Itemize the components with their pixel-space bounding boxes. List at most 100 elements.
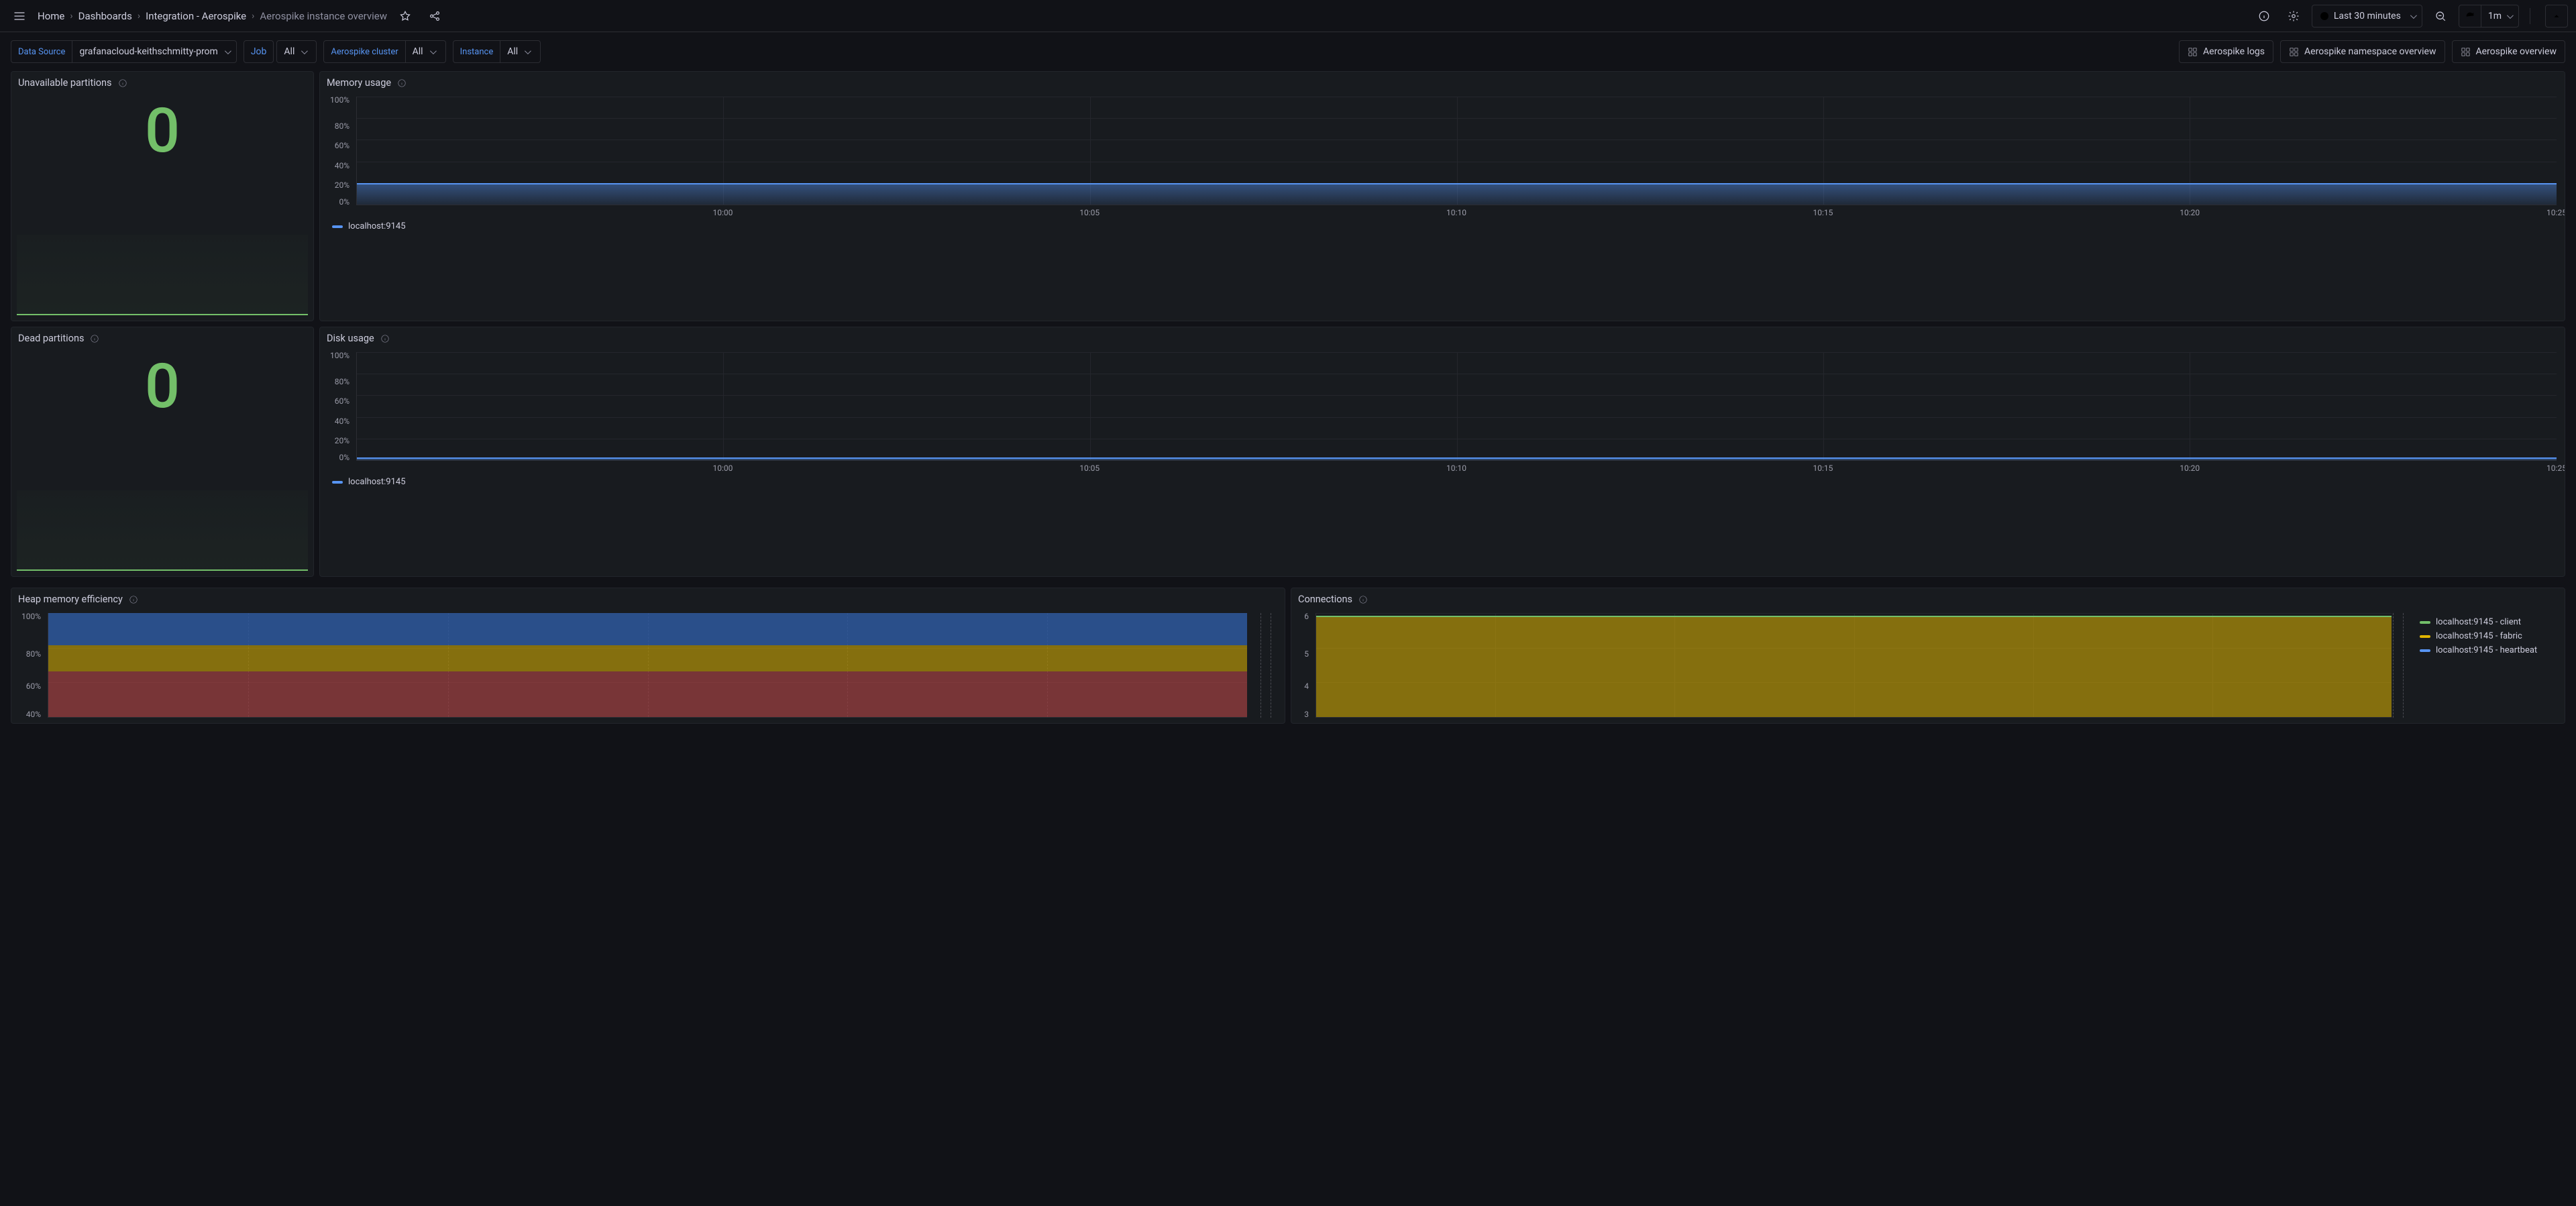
refresh-icon — [2465, 11, 2475, 21]
x-tick: 10:10 — [1446, 463, 1466, 473]
menu-toggle[interactable] — [8, 5, 31, 28]
legend-label[interactable]: localhost:9145 — [348, 477, 406, 487]
panel-body: 100% 80% 60% 40% 20% 0% — [320, 94, 2565, 321]
var-job-value[interactable]: All — [276, 40, 317, 63]
legend-swatch — [2420, 621, 2430, 624]
info-icon[interactable] — [1358, 594, 1368, 605]
star-icon — [399, 10, 411, 22]
panel-unavailable-partitions[interactable]: Unavailable partitions 0 — [11, 71, 314, 321]
line-series — [357, 183, 2557, 184]
y-tick: 40% — [325, 161, 354, 170]
link-namespace-overview[interactable]: Aerospike namespace overview — [2280, 40, 2445, 63]
x-axis: 10:00 10:05 10:10 10:15 10:20 10:25 — [356, 208, 2557, 220]
hamburger-icon — [13, 9, 26, 23]
chevron-down-icon — [2408, 11, 2415, 21]
info-icon[interactable] — [380, 333, 390, 344]
panel-disk-usage[interactable]: Disk usage 100% 80% 60% 40% 20% 0% — [319, 327, 2565, 577]
panel-header: Disk usage — [320, 327, 2565, 349]
share-button[interactable] — [423, 5, 446, 28]
y-tick: 20% — [325, 180, 354, 190]
var-instance-value[interactable]: All — [500, 40, 541, 63]
panel-memory-usage[interactable]: Memory usage 100% 80% 60% 40% 20% 0% — [319, 71, 2565, 321]
var-label: Data Source — [11, 40, 72, 63]
zoom-out-icon — [2434, 10, 2447, 22]
time-range-picker[interactable]: Last 30 minutes — [2312, 5, 2422, 28]
plot-area — [1316, 613, 2392, 718]
panel-body: 0 — [11, 349, 313, 576]
breadcrumb-home[interactable]: Home — [38, 10, 64, 22]
var-cluster-value[interactable]: All — [406, 40, 446, 63]
cutoff-ticks — [2393, 613, 2413, 718]
refresh-group: 1m — [2459, 5, 2519, 28]
refresh-interval-label: 1m — [2488, 11, 2502, 21]
y-axis: 100% 80% 60% 40% 20% 0% — [325, 97, 354, 205]
stat-value: 0 — [145, 101, 180, 162]
panel-connections[interactable]: Connections 6 5 4 3 — [1291, 588, 2565, 724]
x-tick: 10:20 — [2180, 463, 2200, 473]
legend-label[interactable]: localhost:9145 — [348, 221, 406, 231]
dashboard-icon — [2461, 47, 2471, 57]
info-icon[interactable] — [128, 594, 139, 605]
legend-item[interactable]: localhost:9145 - client — [2420, 617, 2551, 627]
stack-band — [48, 613, 1247, 645]
area-series — [357, 459, 2557, 460]
info-icon[interactable] — [117, 78, 128, 89]
info-icon[interactable] — [396, 78, 407, 89]
y-tick: 40% — [325, 417, 354, 426]
x-tick: 10:15 — [1813, 463, 1833, 473]
var-instance: Instance All — [453, 40, 541, 63]
legend-swatch — [332, 225, 343, 228]
settings-button[interactable] — [2282, 5, 2305, 28]
panel-title: Memory usage — [327, 77, 391, 89]
chevron-right-icon: › — [138, 11, 140, 21]
legend-item[interactable]: localhost:9145 - fabric — [2420, 631, 2551, 641]
panel-body: 100% 80% 60% 40% — [11, 610, 1285, 723]
panel-add-button[interactable] — [2253, 5, 2275, 28]
y-tick: 3 — [1297, 710, 1313, 719]
y-tick: 100% — [17, 612, 45, 621]
panel-grid: Unavailable partitions 0 Memory usage — [0, 71, 2576, 588]
chevron-down-icon — [2504, 11, 2512, 21]
legend-item[interactable]: localhost:9145 - heartbeat — [2420, 645, 2551, 655]
panel-title: Dead partitions — [18, 333, 84, 344]
legend-label: localhost:9145 - client — [2436, 617, 2521, 627]
cutoff-ticks — [1260, 613, 1281, 718]
info-icon[interactable] — [89, 333, 100, 344]
collapse-button[interactable] — [2545, 5, 2568, 28]
top-bar: Home › Dashboards › Integration - Aerosp… — [0, 0, 2576, 32]
breadcrumb-integration[interactable]: Integration - Aerospike — [146, 10, 246, 22]
var-data-source-value[interactable]: grafanacloud-keithschmitty-prom — [72, 40, 236, 63]
stack-band — [1316, 616, 2392, 717]
link-aerospike-logs[interactable]: Aerospike logs — [2179, 40, 2273, 63]
refresh-interval-picker[interactable]: 1m — [2481, 5, 2519, 28]
chevron-down-icon — [222, 46, 229, 57]
y-tick: 5 — [1297, 649, 1313, 659]
breadcrumb-dashboards[interactable]: Dashboards — [78, 10, 132, 22]
time-range-label: Last 30 minutes — [2334, 11, 2401, 21]
x-tick: 10:00 — [712, 208, 733, 217]
panel-dead-partitions[interactable]: Dead partitions 0 — [11, 327, 314, 577]
link-overview[interactable]: Aerospike overview — [2452, 40, 2566, 63]
legend-swatch — [2420, 635, 2430, 638]
stack-band — [48, 671, 1247, 717]
var-value-text: All — [284, 46, 294, 57]
zoom-out-button[interactable] — [2429, 5, 2452, 28]
line-series — [1316, 616, 2392, 617]
x-tick: 10:25 — [2546, 208, 2565, 217]
y-tick: 6 — [1297, 612, 1313, 621]
panel-header: Dead partitions — [11, 327, 313, 349]
y-tick: 20% — [325, 436, 354, 445]
refresh-button[interactable] — [2459, 5, 2481, 28]
x-tick: 10:20 — [2180, 208, 2200, 217]
chevron-down-icon — [427, 46, 435, 57]
var-label: Instance — [453, 40, 501, 63]
legend-swatch — [2420, 649, 2430, 652]
x-tick: 10:25 — [2546, 463, 2565, 473]
chevron-right-icon: › — [252, 11, 254, 21]
chevron-down-icon — [299, 46, 306, 57]
panel-heap-efficiency[interactable]: Heap memory efficiency 100% 80% 60% 40% — [11, 588, 1285, 724]
y-axis: 100% 80% 60% 40% 20% 0% — [325, 352, 354, 461]
legend: localhost:9145 — [325, 477, 2559, 487]
favorite-button[interactable] — [394, 5, 417, 28]
panel-title: Disk usage — [327, 333, 374, 344]
